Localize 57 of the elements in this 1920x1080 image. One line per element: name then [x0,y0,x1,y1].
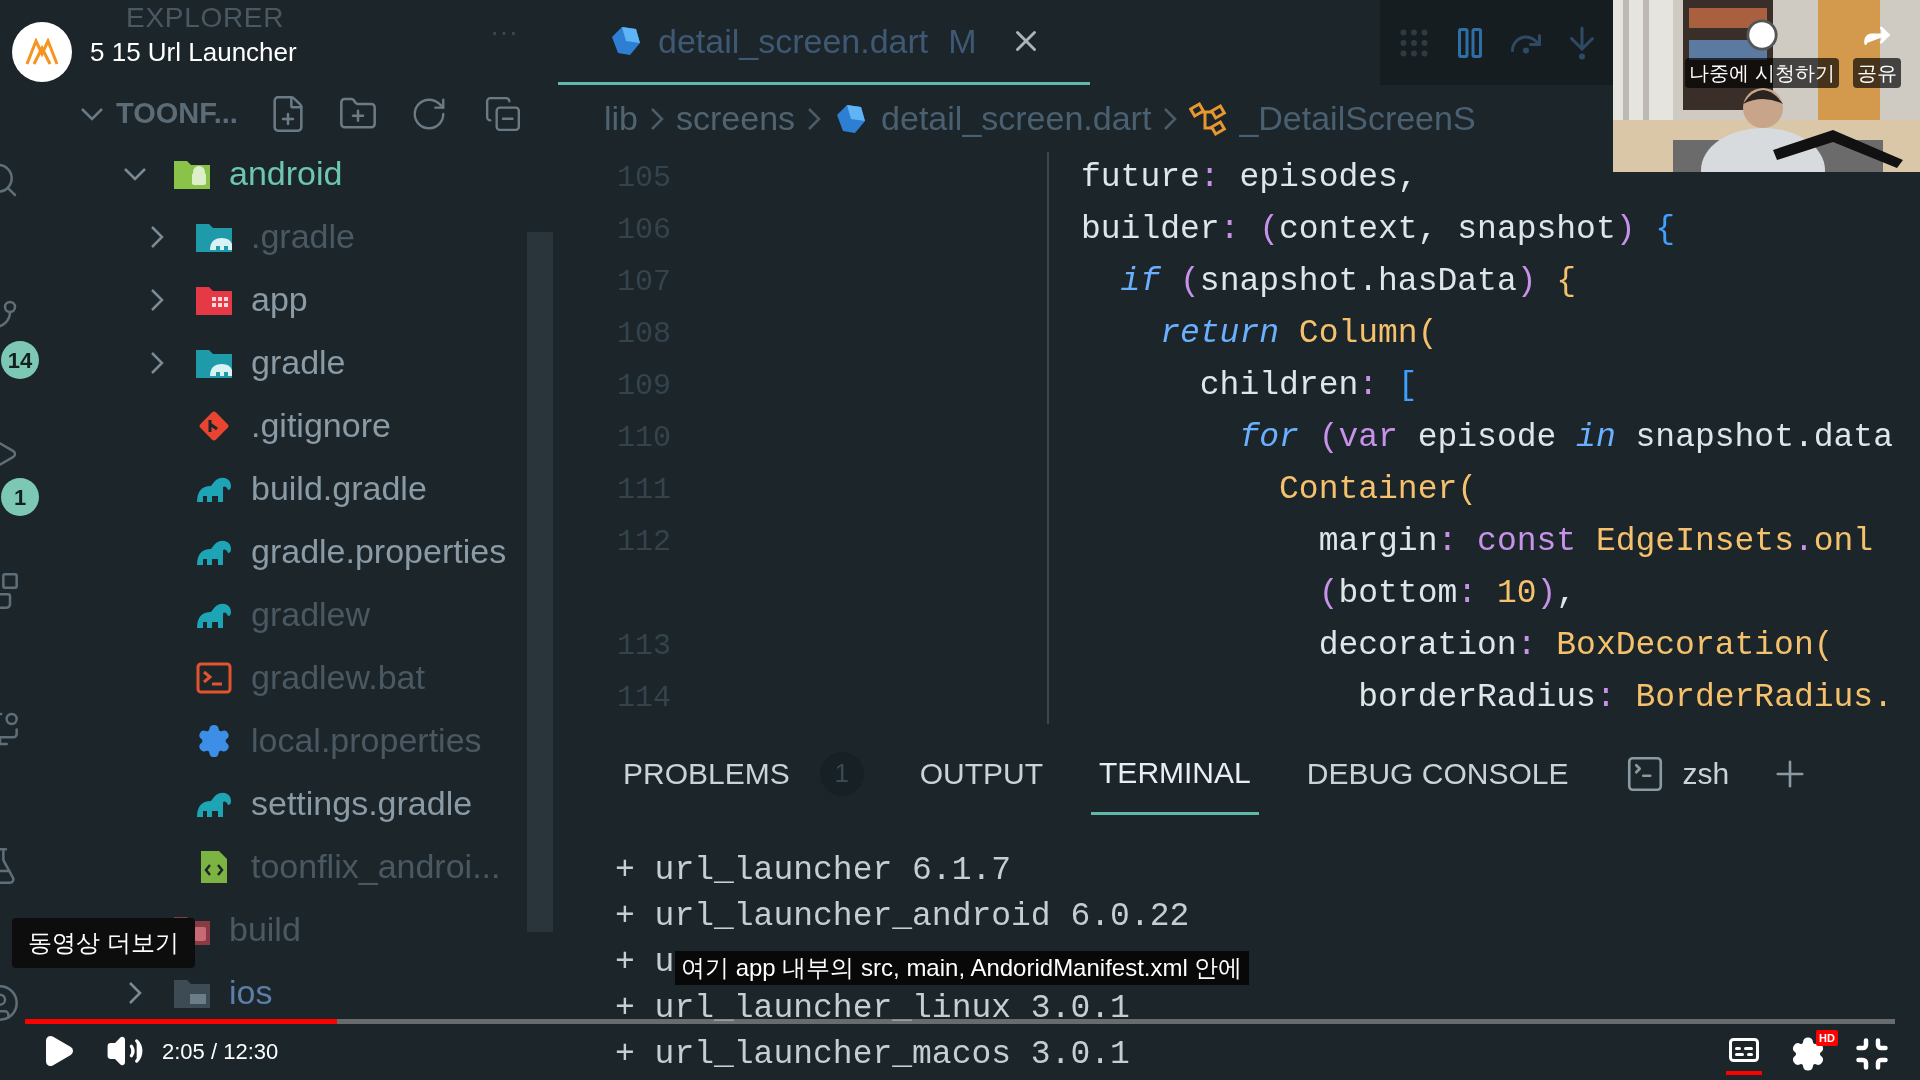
code-line: (bottom: 10), [1317,574,1577,615]
class-icon [1189,101,1228,136]
workspace-title[interactable]: TOONF... [116,91,238,136]
chevron-right-icon [1163,106,1178,131]
tree-item[interactable]: ios [229,967,273,1018]
tree-item[interactable]: app [251,274,308,325]
terminal-line: + url_launcher_macos 3.0.1 [615,1035,1130,1076]
logo-icon [25,38,59,66]
video-title[interactable]: 5 15 Url Launcher [90,32,297,72]
panel-tab[interactable]: TERMINAL [1091,732,1259,815]
shell-name[interactable]: zsh [1682,751,1730,796]
tree-item[interactable]: gradle [251,337,346,388]
code-line: if (snapshot.hasData) { [1119,262,1577,303]
chevron-down-icon[interactable] [80,106,104,121]
count-badge: 14 [1,341,39,380]
exit-fullscreen-icon[interactable] [1854,1035,1890,1072]
watch-later-label[interactable]: 나중에 시청하기 [1685,58,1839,88]
chevron-down-icon[interactable] [123,166,147,181]
code-line: margin: const EdgeInsets.onl [1317,522,1874,563]
more-videos-button[interactable]: 동영상 더보기 [12,918,195,968]
tree-item[interactable]: .gitignore [251,400,391,451]
panel-tab[interactable]: OUTPUT [911,732,1052,815]
tree-item[interactable]: build.gradle [251,463,427,514]
tree-item[interactable]: gradle.properties [251,526,507,577]
channel-avatar[interactable] [12,22,72,82]
code-line: Container( [1278,470,1478,511]
code-line: return Column( [1159,314,1438,355]
code-line: decoration: BoxDecoration( [1317,626,1834,667]
code-line: borderRadius: BorderRadius. [1357,678,1893,719]
time-display: 2:05 / 12:30 [162,1037,279,1066]
code-file-icon [199,848,229,885]
count-badge: 1 [1,478,39,517]
chevron-right-icon [650,106,665,131]
terminal-line: + url_launcher 6.1.7 [615,851,1012,892]
chevron-right-icon [807,106,822,131]
code-line: children: [ [1198,366,1418,407]
terminal-line: + url_launcher_android 6.0.22 [615,897,1190,938]
terminal-icon [196,661,232,694]
chevron-right-icon[interactable] [150,224,164,249]
hd-badge: HD [1816,1029,1838,1046]
code-line: for (var episode in snapshot.data [1238,418,1893,459]
tree-item[interactable]: settings.gradle [251,778,473,829]
explorer-title: EXPLORER [126,2,285,34]
code-line: future: episodes, [1081,158,1418,199]
clock-icon[interactable] [1744,18,1779,52]
code-line: builder: (context, snapshot) { [1081,210,1676,251]
tree-item[interactable]: android [229,148,343,199]
chevron-right-icon[interactable] [150,350,164,375]
subtitle: 여기 app 내부의 src, main, AndoridManifest.xml 안에 [675,951,1249,985]
panel-tab[interactable]: DEBUG CONSOLE [1298,732,1577,815]
terminal-line: + url_launcher_linux 3.0.1 [615,989,1130,1030]
terminal-line: + u [615,943,675,984]
gear-icon [196,722,232,759]
chevron-right-icon[interactable] [150,287,164,312]
collapse-all-icon[interactable] [483,94,522,133]
chevron-right-icon[interactable] [128,980,142,1005]
share-label[interactable]: 공유 [1853,58,1901,88]
